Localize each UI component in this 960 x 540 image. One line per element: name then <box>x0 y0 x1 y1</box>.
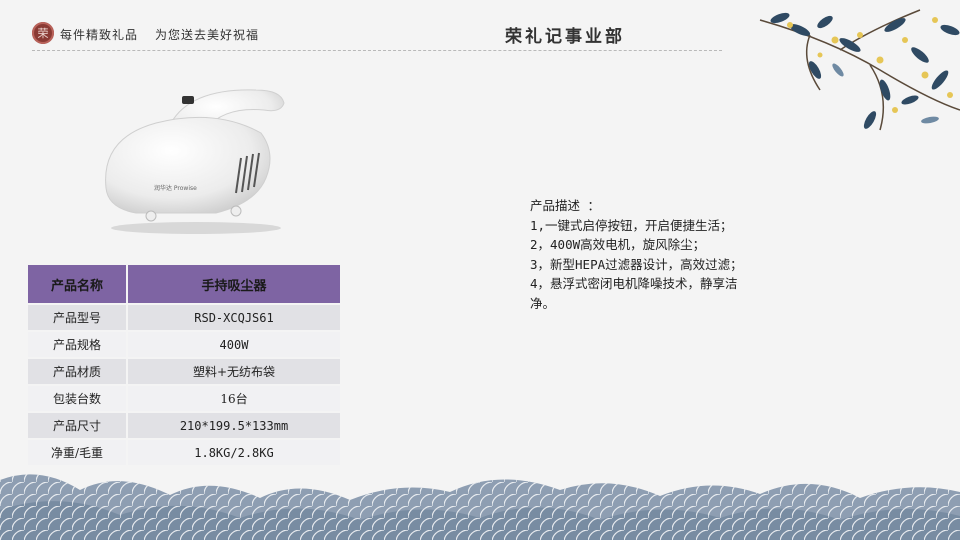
spec-value-model: RSD-XCQJS61 <box>128 305 340 330</box>
spec-label-material: 产品材质 <box>28 359 128 384</box>
spec-header-label: 产品名称 <box>28 265 128 303</box>
spec-header-value: 手持吸尘器 <box>128 265 340 303</box>
spec-value-size: 210*199.5*133mm <box>128 413 340 438</box>
table-row: 产品尺寸 210*199.5*133mm <box>28 413 340 438</box>
header-divider <box>32 50 722 51</box>
wave-pattern-decoration <box>0 474 960 540</box>
slogan-secondary: 为您送去美好祝福 <box>155 28 260 42</box>
table-row: 包装台数 16台 <box>28 386 340 411</box>
description-line: 4，悬浮式密闭电机降噪技术，静享洁 <box>530 276 738 291</box>
slogan-primary: 每件精致礼品 <box>60 28 139 42</box>
spec-value-packing: 16台 <box>128 386 340 411</box>
vacuum-cleaner-image: 润华达 Prowise <box>105 89 285 234</box>
description-line: 2，400W高效电机，旋风除尘； <box>530 237 706 252</box>
spec-label-model: 产品型号 <box>28 305 128 330</box>
table-row: 产品型号 RSD-XCQJS61 <box>28 305 340 330</box>
description-line: 净。 <box>530 295 556 311</box>
table-row: 产品规格 400W <box>28 332 340 357</box>
table-row: 净重/毛重 1.8KG/2.8KG <box>28 440 340 465</box>
spec-value-spec: 400W <box>128 332 340 357</box>
description-title: 产品描述 ： <box>530 198 601 213</box>
product-brand-label: 润华达 Prowise <box>154 184 197 192</box>
spec-label-packing: 包装台数 <box>28 386 128 411</box>
brand-logo: 荣 <box>32 22 54 44</box>
spec-label-spec: 产品规格 <box>28 332 128 357</box>
description-line: 1,一键式启停按钮，开启便捷生活； <box>530 217 733 233</box>
spec-label-size: 产品尺寸 <box>28 413 128 438</box>
description-line: 3，新型HEPA过滤器设计，高效过滤； <box>530 256 743 272</box>
spec-table-header-row: 产品名称 手持吸尘器 <box>28 265 340 303</box>
flower-branch-decoration <box>759 9 960 131</box>
product-description: 产品描述 ： 1,一键式启停按钮，开启便捷生活； 2，400W高效电机，旋风除尘… <box>530 196 810 313</box>
table-row: 产品材质 塑料+无纺布袋 <box>28 359 340 384</box>
spec-table: 产品名称 手持吸尘器 产品型号 RSD-XCQJS61 产品规格 400W 产品… <box>28 263 340 467</box>
page-title: 荣礼记事业部 <box>505 27 625 47</box>
spec-value-material: 塑料+无纺布袋 <box>128 359 340 384</box>
spec-value-weight: 1.8KG/2.8KG <box>128 440 340 465</box>
spec-label-weight: 净重/毛重 <box>28 440 128 465</box>
